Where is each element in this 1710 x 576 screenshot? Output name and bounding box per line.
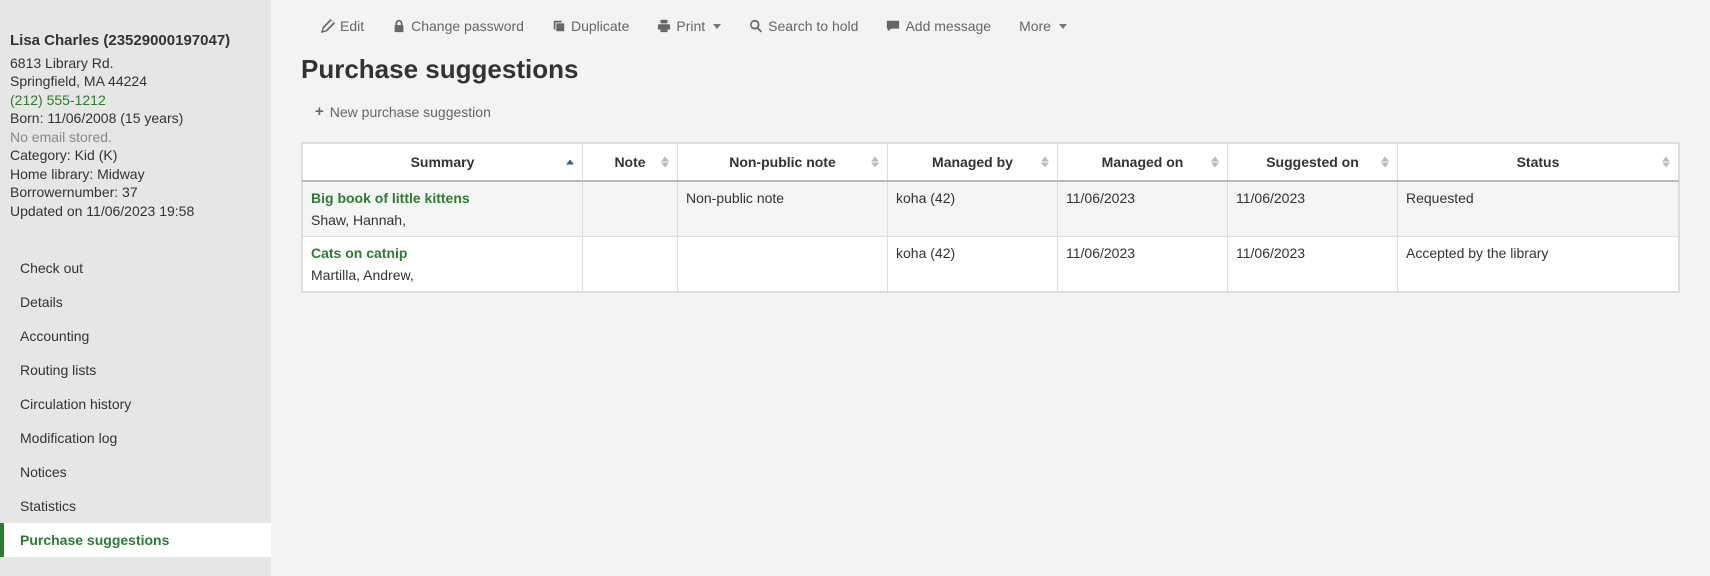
suggestion-author: Martilla, Andrew, [311,267,574,283]
sidebar-item-routing-lists[interactable]: Routing lists [0,353,271,387]
suggestion-author: Shaw, Hannah, [311,212,574,228]
suggestions-table: Summary Note Non-public note [302,143,1679,292]
cell-note [583,237,678,292]
search-to-hold-button[interactable]: Search to hold [749,18,858,34]
col-header-non-public-note[interactable]: Non-public note [678,144,888,182]
change-password-label: Change password [411,18,524,34]
patron-updated: Updated on 11/06/2023 19:58 [10,203,261,221]
print-button[interactable]: Print [657,18,721,34]
search-to-hold-label: Search to hold [768,18,858,34]
col-header-status-label: Status [1517,154,1560,170]
sidebar-item-accounting[interactable]: Accounting [0,319,271,353]
patron-summary: Lisa Charles (23529000197047) 6813 Libra… [0,32,271,235]
patron-email-note: No email stored. [10,129,261,147]
duplicate-icon [552,19,566,33]
edit-button[interactable]: Edit [321,18,364,34]
sidebar: Lisa Charles (23529000197047) 6813 Libra… [0,0,271,576]
sidebar-item-details[interactable]: Details [0,285,271,319]
cell-managed-on: 11/06/2023 [1058,181,1228,237]
col-header-summary-label: Summary [411,154,475,170]
sort-icon [1381,157,1389,168]
duplicate-label: Duplicate [571,18,629,34]
col-header-summary[interactable]: Summary [303,144,583,182]
sidebar-item-circulation-history[interactable]: Circulation history [0,387,271,421]
cell-managed-by: koha (42) [888,181,1058,237]
cell-summary: Big book of little kittens Shaw, Hannah, [303,181,583,237]
sort-icon [871,157,879,168]
sidebar-item-purchase-suggestions[interactable]: Purchase suggestions [0,523,271,557]
patron-phone[interactable]: (212) 555-1212 [10,92,261,110]
cell-suggested-on: 11/06/2023 [1228,181,1398,237]
cell-summary: Cats on catnip Martilla, Andrew, [303,237,583,292]
duplicate-button[interactable]: Duplicate [552,18,629,34]
col-header-suggested-on[interactable]: Suggested on [1228,144,1398,182]
col-header-managed-by-label: Managed by [932,154,1013,170]
suggestions-table-wrap: Summary Note Non-public note [301,142,1680,293]
suggestion-title-link[interactable]: Cats on catnip [311,245,574,261]
comment-icon [886,19,900,33]
sort-icon [1041,157,1049,168]
sort-icon [1662,157,1670,168]
cell-status: Requested [1398,181,1679,237]
print-icon [657,19,671,33]
sidebar-item-modification-log[interactable]: Modification log [0,421,271,455]
col-header-managed-on[interactable]: Managed on [1058,144,1228,182]
cell-non-public-note: Non-public note [678,181,888,237]
caret-down-icon [1059,24,1067,29]
new-purchase-suggestion-button[interactable]: + New purchase suggestion [315,103,491,120]
sort-asc-icon [566,160,574,165]
col-header-managed-on-label: Managed on [1102,154,1184,170]
page-title: Purchase suggestions [301,54,1680,85]
table-row: Cats on catnip Martilla, Andrew, koha (42)… [303,237,1679,292]
cell-managed-by: koha (42) [888,237,1058,292]
cell-note [583,181,678,237]
new-purchase-suggestion-label: New purchase suggestion [330,104,491,120]
sidebar-item-statistics[interactable]: Statistics [0,489,271,523]
patron-name: Lisa Charles (23529000197047) [10,32,261,51]
sidebar-nav: Check outDetailsAccountingRouting listsC… [0,251,271,557]
patron-address-1: 6813 Library Rd. [10,55,261,73]
plus-icon: + [315,103,324,120]
col-header-managed-by[interactable]: Managed by [888,144,1058,182]
caret-down-icon [713,24,721,29]
search-icon [749,19,763,33]
col-header-note[interactable]: Note [583,144,678,182]
patron-address-2: Springfield, MA 44224 [10,73,261,91]
cell-suggested-on: 11/06/2023 [1228,237,1398,292]
more-button[interactable]: More [1019,18,1067,34]
lock-icon [392,19,406,33]
change-password-button[interactable]: Change password [392,18,524,34]
patron-category: Category: Kid (K) [10,147,261,165]
toolbar: Edit Change password Duplicate Print Sea… [271,0,1710,48]
main-content: Edit Change password Duplicate Print Sea… [271,0,1710,576]
patron-borrowernumber: Borrowernumber: 37 [10,184,261,202]
col-header-status[interactable]: Status [1398,144,1679,182]
sidebar-item-check-out[interactable]: Check out [0,251,271,285]
patron-born: Born: 11/06/2008 (15 years) [10,110,261,128]
add-message-label: Add message [905,18,991,34]
sidebar-item-notices[interactable]: Notices [0,455,271,489]
col-header-suggested-on-label: Suggested on [1266,154,1359,170]
patron-home-library: Home library: Midway [10,166,261,184]
col-header-note-label: Note [614,154,645,170]
sort-icon [661,157,669,168]
pencil-icon [321,19,335,33]
sort-icon [1211,157,1219,168]
col-header-non-public-note-label: Non-public note [729,154,836,170]
add-message-button[interactable]: Add message [886,18,991,34]
print-label: Print [676,18,705,34]
cell-non-public-note [678,237,888,292]
table-row: Big book of little kittens Shaw, Hannah, N… [303,181,1679,237]
cell-managed-on: 11/06/2023 [1058,237,1228,292]
edit-label: Edit [340,18,364,34]
table-header-row: Summary Note Non-public note [303,144,1679,182]
suggestion-title-link[interactable]: Big book of little kittens [311,190,574,206]
cell-status: Accepted by the library [1398,237,1679,292]
more-label: More [1019,18,1051,34]
